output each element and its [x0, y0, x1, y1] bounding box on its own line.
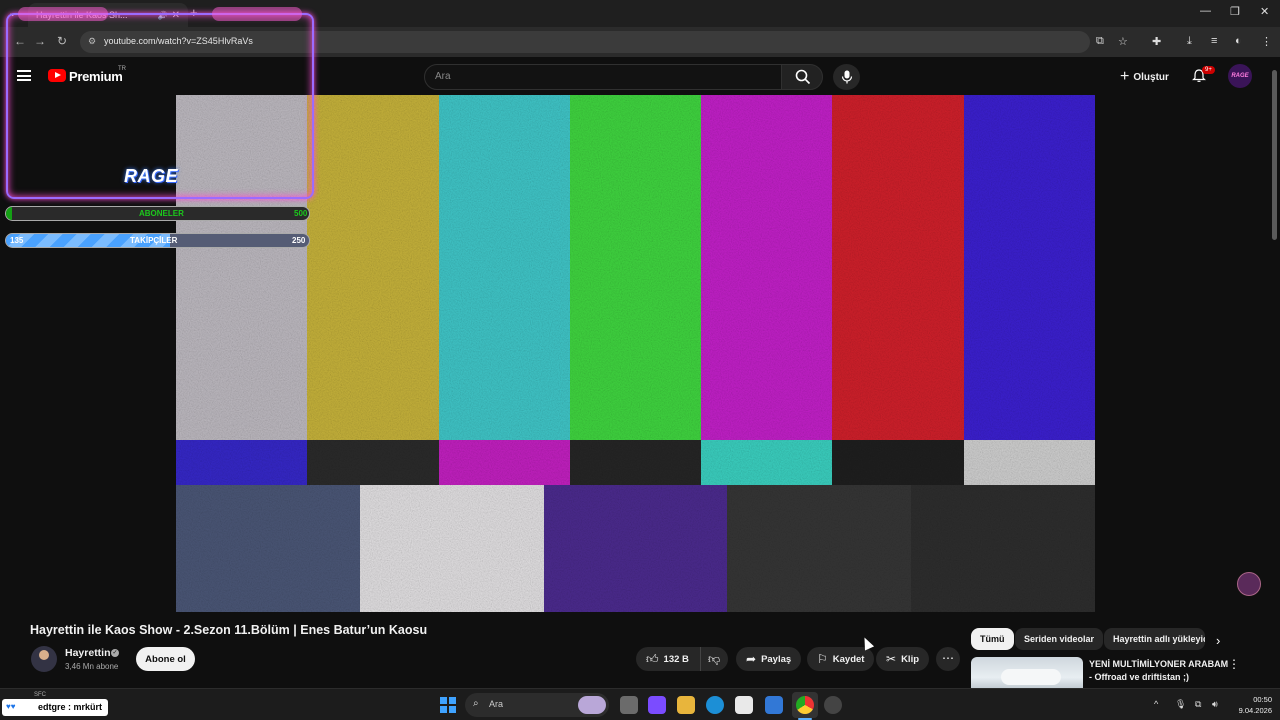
create-button[interactable]: + Oluştur	[1120, 66, 1169, 88]
tray-chevron-icon[interactable]: ^	[1154, 699, 1158, 709]
chrome-icon[interactable]	[796, 696, 814, 714]
create-label: Oluştur	[1133, 71, 1169, 83]
page-scrollbar[interactable]	[1271, 60, 1278, 245]
clip-label: Klip	[901, 653, 920, 665]
widget-icon[interactable]	[578, 696, 606, 714]
mail-icon[interactable]	[765, 696, 783, 714]
thumbs-down-icon: 👎︎	[708, 651, 721, 666]
subscriber-count: 3,46 Mn abone	[65, 662, 119, 671]
channel-name[interactable]: Hayrettin	[65, 647, 111, 659]
follower-goal-target: 250	[292, 236, 306, 245]
chip-all[interactable]: Tümü	[971, 628, 1014, 650]
recommended-title-line2: - Offroad ve driftistan ;)	[1089, 672, 1190, 682]
volume-icon[interactable]: 🔊︎	[1212, 699, 1218, 710]
media-control-icon[interactable]: ≡	[1211, 35, 1217, 47]
user-chip-label: edtgre : mrkürt	[38, 702, 103, 712]
recommended-title-line1: YENİ MULTİMİLYONER ARABAM	[1089, 659, 1229, 669]
bookmark-icon: ⚐	[817, 652, 828, 666]
account-avatar[interactable]: RAGE	[1228, 64, 1252, 88]
voice-search-button[interactable]	[833, 64, 860, 90]
like-count: 132 B	[663, 653, 689, 665]
start-windows-icon[interactable]	[440, 697, 456, 713]
file-explorer-icon[interactable]	[677, 696, 695, 714]
overlay-logo: RAGE	[124, 166, 179, 186]
share-arrow-icon: ➦	[746, 652, 757, 666]
follower-goal-current: 135	[10, 236, 24, 245]
more-actions-button[interactable]: ⋯	[936, 647, 960, 671]
extensions-icon[interactable]: ✚	[1152, 35, 1161, 48]
plus-icon: +	[1120, 68, 1130, 85]
chip-series[interactable]: Seriden videolar	[1015, 628, 1104, 650]
bookmark-star-icon[interactable]: ☆	[1118, 35, 1128, 48]
scissors-icon: ✂	[886, 652, 897, 666]
scrollbar-thumb[interactable]	[1272, 70, 1277, 240]
user-chip-icon: ♥♥	[6, 702, 16, 711]
store-icon[interactable]	[735, 696, 753, 714]
subscriber-goal-fill	[6, 207, 13, 220]
clock-time: 00:50	[1253, 695, 1272, 704]
search-icon: ⌕	[473, 698, 479, 709]
dislike-button[interactable]: 👎︎	[700, 647, 728, 671]
task-view-icon[interactable]	[620, 696, 638, 714]
search-button[interactable]	[781, 64, 823, 90]
search-input[interactable]: Ara	[424, 64, 782, 90]
follower-goal-label: TAKİPÇİLER	[130, 236, 178, 245]
install-app-icon[interactable]: ⧉	[1096, 35, 1104, 48]
like-button[interactable]: 👍︎ 132 B	[636, 647, 700, 671]
profile-icon[interactable]: ◐	[1235, 35, 1242, 47]
copilot-icon[interactable]	[648, 696, 666, 714]
app-icon[interactable]	[824, 696, 842, 714]
subscriber-goal-label: ABONELER	[139, 209, 184, 218]
share-label: Paylaş	[761, 653, 792, 665]
follower-goal-bar: 135 TAKİPÇİLER 250	[5, 233, 310, 248]
close-window-icon[interactable]: ✕	[1260, 5, 1269, 18]
microphone-tray-icon[interactable]: 🎙︎	[1175, 699, 1186, 710]
clip-button[interactable]: ✂ Klip	[876, 647, 930, 671]
recommended-menu-icon[interactable]: ⋮	[1228, 657, 1240, 671]
channel-watermark-icon[interactable]	[1237, 572, 1261, 596]
download-icon[interactable]: ⤓	[1187, 35, 1192, 48]
sfc-label: SFC	[34, 692, 46, 698]
subscriber-goal-bar: ABONELER 500	[5, 206, 310, 221]
microphone-icon	[841, 70, 853, 84]
subscribe-button[interactable]: Abone ol	[136, 647, 195, 671]
video-title: Hayrettin ile Kaos Show - 2.Sezon 11.Böl…	[30, 623, 428, 637]
channel-avatar[interactable]	[31, 646, 57, 672]
search-icon	[795, 69, 811, 85]
share-button[interactable]: ➦ Paylaş	[736, 647, 802, 671]
taskbar-search-placeholder: Ara	[489, 699, 504, 709]
subscriber-goal-target: 500	[294, 209, 308, 218]
clock[interactable]: 00:50 9.04.2026	[1232, 694, 1272, 716]
restore-icon[interactable]: ❐	[1230, 5, 1240, 18]
more-horizontal-icon: ⋯	[942, 651, 954, 665]
windows-taskbar: ⌕ Ara ^ 🎙︎ ⧉ 🔊︎ 00:50 9.04.2026	[0, 688, 1280, 720]
chevron-right-icon[interactable]: ›	[1216, 633, 1220, 648]
verified-check-icon: ✓	[111, 649, 119, 657]
screen: ⌄ Hayrettin ile Kaos Sh... 🔊 ✕ + — ❐ ✕ ⚙…	[0, 0, 1280, 720]
save-label: Kaydet	[832, 653, 865, 665]
thumbs-up-icon: 👍︎	[646, 651, 659, 666]
edge-icon[interactable]	[706, 696, 724, 714]
chip-uploader[interactable]: Hayrettin adlı yükleyici	[1104, 628, 1205, 650]
user-chip: ♥♥ edtgre : mrkürt	[2, 699, 108, 716]
menu-kebab-icon[interactable]: ⋮	[1261, 35, 1272, 48]
recommended-title[interactable]: YENİ MULTİMİLYONER ARABAM - Offroad ve d…	[1089, 658, 1229, 684]
minimize-icon[interactable]: —	[1200, 5, 1211, 17]
notification-badge: 9+	[1202, 66, 1215, 74]
network-icon[interactable]: ⧉	[1195, 699, 1201, 710]
recommended-thumbnail[interactable]	[971, 657, 1083, 691]
clock-date: 9.04.2026	[1238, 706, 1272, 715]
